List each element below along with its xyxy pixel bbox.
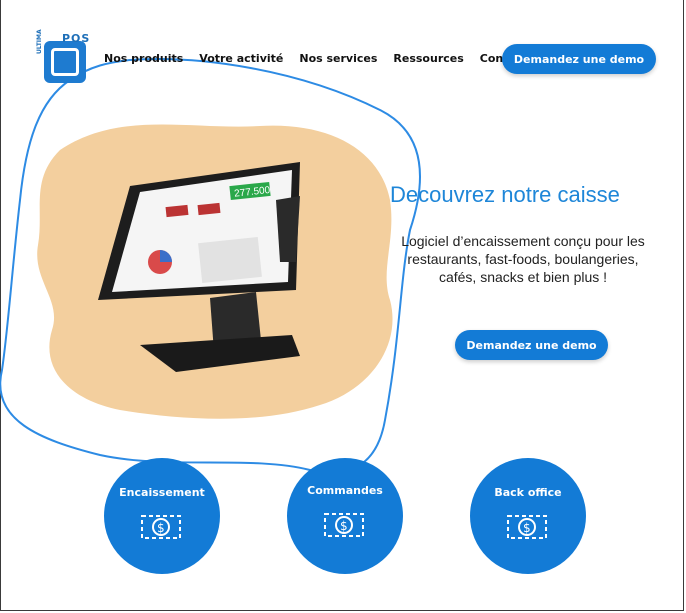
svg-text:$: $ [340, 519, 348, 533]
hero-description: Logiciel d’encaissement conçu pour les r… [401, 233, 645, 285]
nav-item-ressources[interactable]: Ressources [393, 52, 463, 65]
main-nav: Nos produits Votre activité Nos services… [104, 52, 544, 65]
logo-text: POS [62, 32, 91, 45]
terminal-keypad [198, 236, 262, 284]
service-encaissement[interactable]: Encaissement $ [104, 458, 220, 574]
terminal-side-reader [276, 196, 300, 262]
logo-side-text: ULTIMA [36, 29, 43, 54]
hero-title: Decouvrez notre caisse [390, 182, 620, 207]
svg-text:$: $ [157, 521, 165, 535]
nav-item-produits[interactable]: Nos produits [104, 52, 183, 65]
nav-item-services[interactable]: Nos services [299, 52, 377, 65]
service-label: Encaissement [119, 486, 205, 499]
money-icon: $ [507, 515, 547, 539]
nav-item-activite[interactable]: Votre activité [199, 52, 283, 65]
hero-demo-button[interactable]: Demandez une demo [455, 330, 608, 360]
service-label: Back office [494, 486, 562, 499]
money-icon: $ [141, 515, 181, 539]
money-icon: $ [324, 513, 364, 537]
header-demo-button[interactable]: Demandez une demo [502, 44, 656, 74]
svg-text:$: $ [523, 521, 531, 535]
service-back-office[interactable]: Back office $ [470, 458, 586, 574]
logo-icon[interactable] [44, 41, 86, 83]
service-commandes[interactable]: Commandes $ [287, 458, 403, 574]
service-label: Commandes [307, 484, 383, 497]
